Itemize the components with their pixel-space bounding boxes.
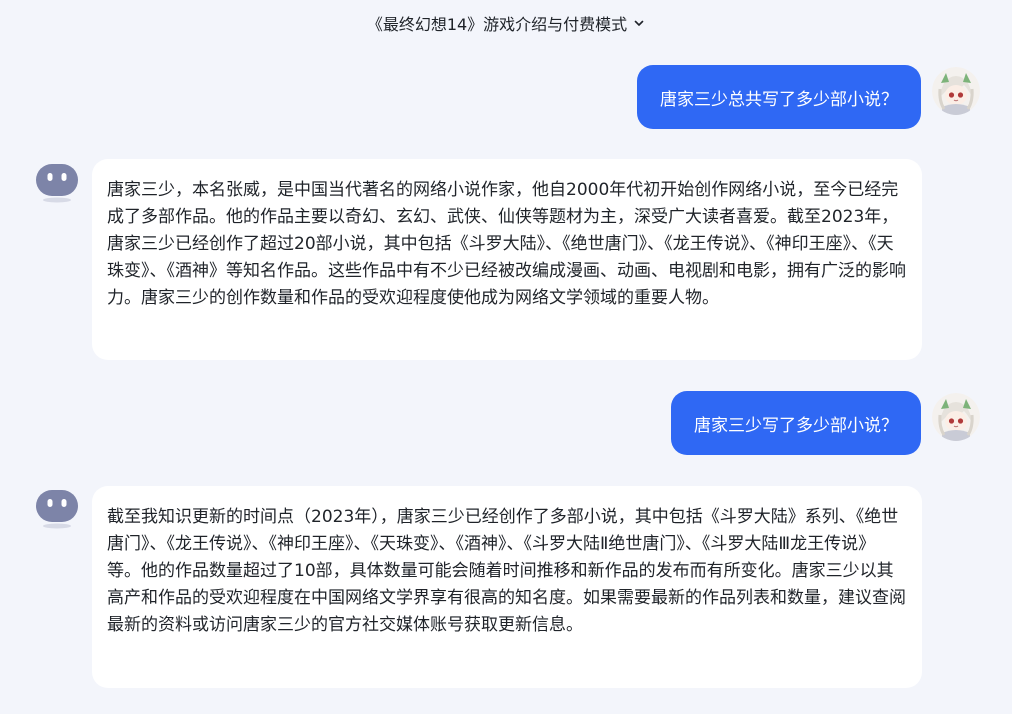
user-avatar[interactable]	[932, 67, 980, 115]
chevron-down-icon[interactable]	[633, 17, 645, 29]
assistant-avatar	[35, 486, 79, 530]
assistant-message-text: 截至我知识更新的时间点（2023年），唐家三少已经创作了多部小说，其中包括《斗罗…	[107, 507, 906, 635]
user-message-bubble: 唐家三少总共写了多少部小说？	[637, 65, 921, 129]
conversation-title[interactable]: 《最终幻想14》游戏介绍与付费模式	[367, 11, 627, 35]
assistant-message-text: 唐家三少，本名张威，是中国当代著名的网络小说作家，他自2000年代初开始创作网络…	[107, 180, 906, 308]
robot-face-icon	[36, 164, 78, 203]
user-message-bubble: 唐家三少写了多少部小说？	[671, 391, 921, 455]
user-avatar[interactable]	[932, 393, 980, 441]
anime-girl-avatar-icon	[932, 393, 980, 441]
user-message-text: 唐家三少写了多少部小说？	[694, 415, 898, 436]
conversation-header: 《最终幻想14》游戏介绍与付费模式	[0, 8, 1012, 38]
anime-girl-avatar-icon	[932, 67, 980, 115]
user-message-text: 唐家三少总共写了多少部小说？	[660, 89, 898, 110]
assistant-message-bubble: 截至我知识更新的时间点（2023年），唐家三少已经创作了多部小说，其中包括《斗罗…	[92, 486, 922, 688]
assistant-avatar	[35, 160, 79, 204]
robot-face-icon	[36, 490, 78, 529]
assistant-message-bubble: 唐家三少，本名张威，是中国当代著名的网络小说作家，他自2000年代初开始创作网络…	[92, 159, 922, 360]
